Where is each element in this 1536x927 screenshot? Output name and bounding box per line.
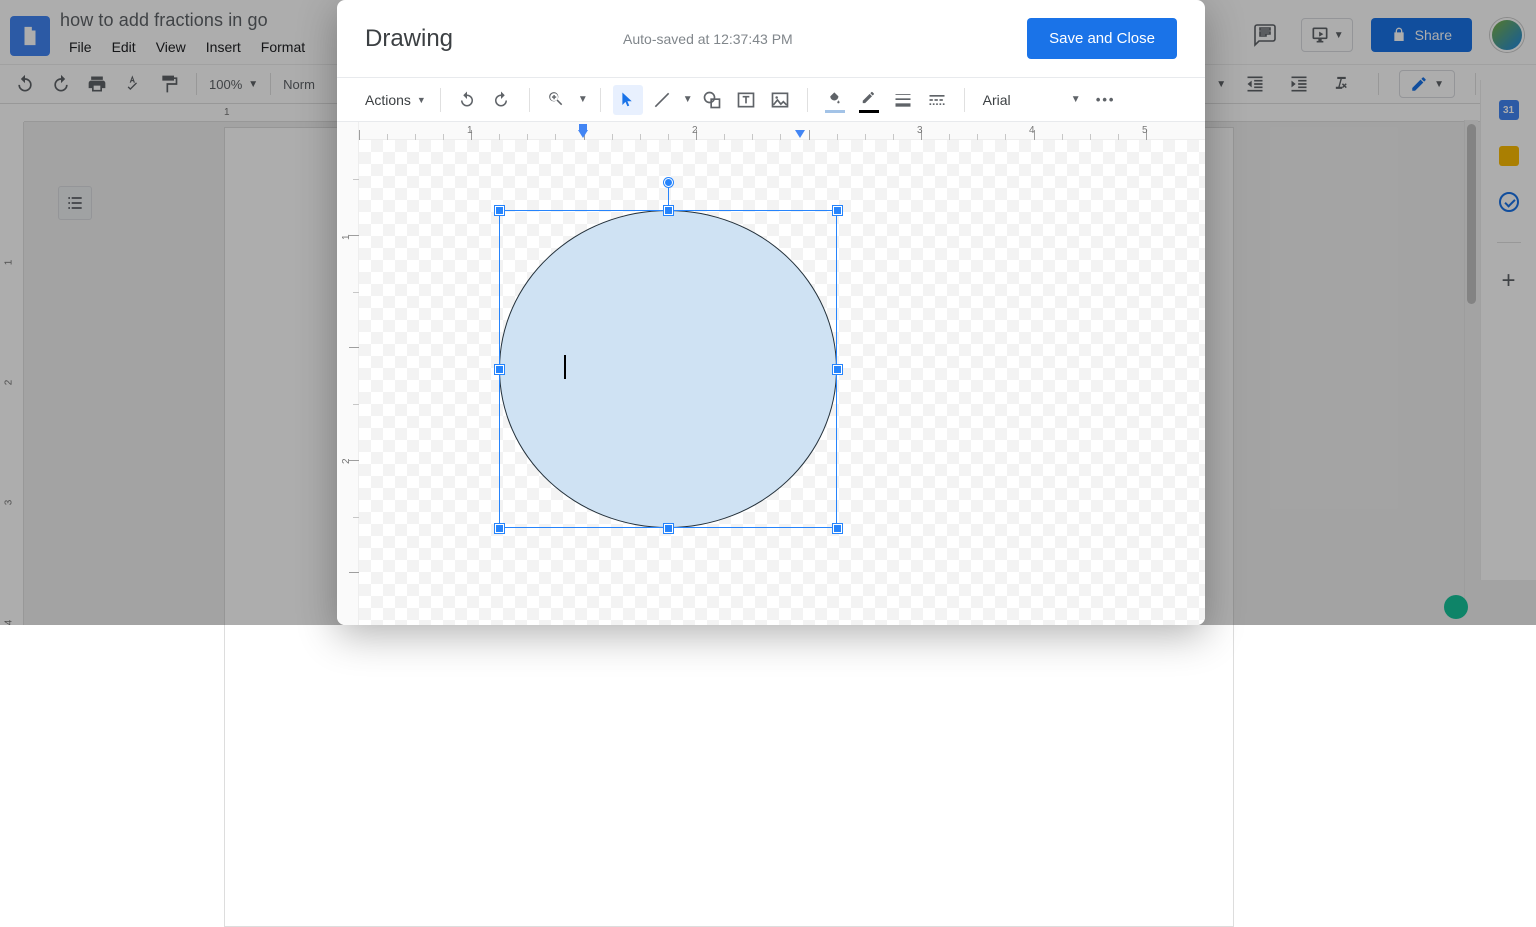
line-dropdown-icon[interactable]: ▼ [683, 94, 693, 105]
text-cursor [564, 355, 566, 379]
modal-title: Drawing [365, 25, 453, 53]
modal-header: Drawing Auto-saved at 12:37:43 PM Save a… [337, 0, 1205, 77]
selection-box [499, 210, 837, 528]
autosave-status: Auto-saved at 12:37:43 PM [623, 31, 793, 47]
resize-handle-n[interactable] [664, 206, 673, 215]
border-color-icon[interactable] [854, 85, 884, 115]
actions-menu[interactable]: Actions▼ [363, 92, 428, 108]
resize-handle-se[interactable] [833, 524, 842, 533]
resize-handle-w[interactable] [495, 365, 504, 374]
save-and-close-button[interactable]: Save and Close [1027, 18, 1177, 59]
border-color-swatch [859, 110, 879, 113]
border-dash-icon[interactable] [922, 85, 952, 115]
font-select[interactable]: Arial ▼ [977, 86, 1087, 114]
indent-right-marker[interactable] [795, 130, 805, 138]
resize-handle-s[interactable] [664, 524, 673, 533]
drawing-canvas[interactable] [359, 140, 1205, 625]
resize-handle-nw[interactable] [495, 206, 504, 215]
resize-handle-e[interactable] [833, 365, 842, 374]
image-tool-icon[interactable] [765, 85, 795, 115]
textbox-tool-icon[interactable] [731, 85, 761, 115]
fill-color-icon[interactable] [820, 85, 850, 115]
border-weight-icon[interactable] [888, 85, 918, 115]
more-options-icon[interactable]: ••• [1091, 85, 1121, 115]
drawing-vertical-ruler: 1 2 [337, 122, 359, 625]
drawing-modal: Drawing Auto-saved at 12:37:43 PM Save a… [337, 0, 1205, 625]
resize-handle-ne[interactable] [833, 206, 842, 215]
redo-icon[interactable] [487, 85, 517, 115]
undo-icon[interactable] [453, 85, 483, 115]
zoom-dropdown-icon[interactable]: ▼ [578, 94, 588, 105]
zoom-icon[interactable] [542, 85, 572, 115]
drawing-toolbar: Actions▼ ▼ ▼ [337, 78, 1205, 122]
shape-tool-icon[interactable] [697, 85, 727, 115]
fill-color-swatch [825, 110, 845, 113]
line-tool-icon[interactable] [647, 85, 677, 115]
resize-handle-sw[interactable] [495, 524, 504, 533]
drawing-horizontal-ruler: 1 2 3 4 5 [359, 122, 1205, 140]
indent-left-marker[interactable] [578, 130, 588, 138]
select-tool-icon[interactable] [613, 85, 643, 115]
rotation-handle[interactable] [664, 178, 673, 187]
